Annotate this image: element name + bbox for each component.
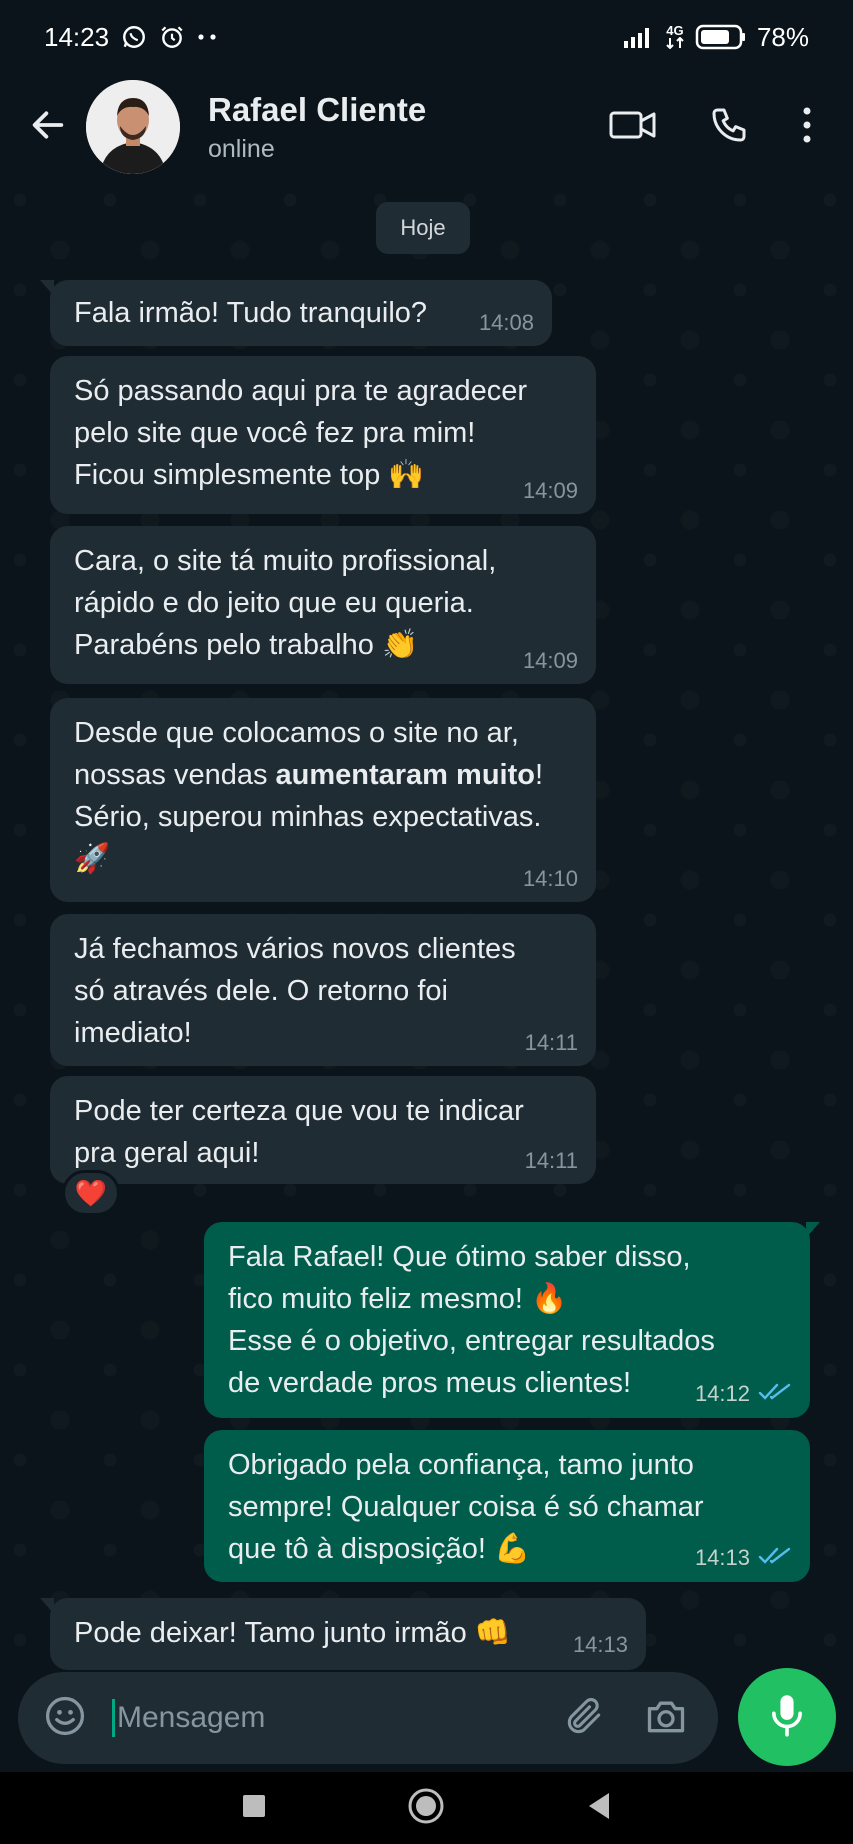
- message-incoming[interactable]: Pode ter certeza que vou te indicar pra …: [50, 1076, 596, 1184]
- video-call-button[interactable]: [609, 108, 657, 147]
- message-text: Cara, o site tá muito profissional, rápi…: [74, 545, 497, 661]
- message-time: 14:12: [694, 1381, 750, 1406]
- message-reaction[interactable]: ❤️: [62, 1170, 120, 1216]
- message-text: Pode deixar! Tamo junto irmão 👊: [74, 1617, 511, 1649]
- chat-header: Rafael Cliente online: [0, 74, 853, 180]
- status-time: 14:23: [44, 21, 110, 52]
- video-call-icon: [609, 108, 657, 147]
- message-text: Fala Rafael! Que ótimo saber disso, fico…: [228, 1241, 715, 1399]
- message-outgoing[interactable]: Fala Rafael! Que ótimo saber disso, fico…: [204, 1222, 820, 1418]
- circle-icon: [407, 1787, 445, 1830]
- emoji-icon: [43, 1694, 87, 1743]
- status-left: 14:23: [44, 22, 219, 53]
- double-check-read-icon: [758, 1546, 792, 1570]
- back-button[interactable]: [20, 99, 76, 155]
- message-incoming[interactable]: Só passando aqui pra te agradecer pelo s…: [50, 356, 596, 514]
- message-input[interactable]: [112, 1699, 532, 1737]
- message-meta: 14:09: [523, 650, 578, 672]
- more-options-button[interactable]: [801, 106, 813, 149]
- message-time: 14:09: [522, 478, 578, 503]
- arrow-back-icon: [28, 105, 68, 150]
- camera-button[interactable]: [636, 1688, 696, 1748]
- message-text: Fala irmão! Tudo tranquilo?: [74, 297, 428, 329]
- alarm-icon: [159, 24, 185, 50]
- voice-call-button[interactable]: [709, 105, 749, 150]
- home-button[interactable]: [407, 1787, 445, 1830]
- contact-name: Rafael Cliente: [208, 90, 427, 128]
- phone-icon: [709, 105, 749, 150]
- message-meta: 14:11: [525, 1032, 578, 1054]
- message-time: 14:09: [522, 648, 578, 673]
- mic-icon: [767, 1692, 807, 1743]
- attach-icon: [562, 1694, 606, 1743]
- chat-area[interactable]: Hoje Fala irmão! Tudo tranquilo? 14:08 S…: [0, 180, 853, 1670]
- message-composer: [18, 1672, 718, 1764]
- more-notifications-icon: [197, 32, 219, 42]
- voice-message-button[interactable]: [738, 1668, 836, 1766]
- message-text-bold: aumentaram muito: [275, 759, 535, 791]
- message-incoming[interactable]: Cara, o site tá muito profissional, rápi…: [50, 526, 596, 684]
- attach-button[interactable]: [554, 1688, 614, 1748]
- signal-icon: [623, 25, 655, 49]
- more-vertical-icon: [801, 106, 813, 149]
- double-check-read-icon: [758, 1382, 792, 1406]
- message-time: 14:11: [524, 1030, 578, 1055]
- message-meta: 14:08: [479, 312, 534, 334]
- message-outgoing[interactable]: Obrigado pela confiança, tamo junto semp…: [204, 1430, 810, 1582]
- message-text: Desde que colocamos o site no ar, nossas…: [74, 712, 572, 880]
- whatsapp-notification-icon: [121, 24, 147, 50]
- message-time: 14:13: [694, 1545, 750, 1570]
- system-navigation-bar: [0, 1772, 853, 1844]
- message-time: 14:11: [524, 1148, 578, 1173]
- message-time: 14:08: [478, 310, 534, 335]
- message-time: 14:10: [522, 866, 578, 891]
- emoji-button[interactable]: [40, 1693, 90, 1743]
- message-time: 14:13: [572, 1632, 628, 1657]
- message-meta: 14:09: [523, 480, 578, 502]
- network-4g-icon: 4G: [665, 23, 685, 49]
- avatar[interactable]: [86, 80, 180, 174]
- message-meta: 14:11: [525, 1150, 578, 1172]
- battery-percent: 78%: [756, 21, 809, 52]
- message-incoming[interactable]: Já fechamos vários novos clientes só atr…: [50, 914, 596, 1066]
- network-label: 4G: [666, 23, 684, 38]
- message-meta: 14:13: [695, 1546, 792, 1570]
- contact-status: online: [208, 134, 275, 163]
- recents-button[interactable]: [241, 1793, 267, 1824]
- status-right: 4G 78%: [623, 22, 809, 53]
- message-meta: 14:13: [573, 1634, 628, 1656]
- status-bar: 14:23 4G 78%: [0, 0, 853, 74]
- message-incoming[interactable]: Fala irmão! Tudo tranquilo? 14:08: [40, 280, 552, 346]
- header-actions: [609, 105, 833, 150]
- message-meta: 14:10: [523, 868, 578, 890]
- back-nav-button[interactable]: [585, 1791, 613, 1826]
- message-incoming[interactable]: Desde que colocamos o site no ar, nossas…: [50, 698, 596, 902]
- message-incoming[interactable]: Pode deixar! Tamo junto irmão 👊 14:13: [40, 1598, 646, 1670]
- contact-info[interactable]: Rafael Cliente online: [208, 91, 609, 164]
- square-icon: [241, 1793, 267, 1824]
- camera-icon: [644, 1694, 688, 1743]
- reaction-emoji: ❤️: [74, 1177, 108, 1208]
- date-chip: Hoje: [376, 202, 470, 254]
- message-text: Pode ter certeza que vou te indicar pra …: [74, 1095, 524, 1169]
- message-text: Já fechamos vários novos clientes só atr…: [74, 933, 516, 1049]
- battery-icon: [695, 24, 747, 50]
- message-text: Só passando aqui pra te agradecer pelo s…: [74, 375, 528, 491]
- message-meta: 14:12: [695, 1382, 792, 1406]
- triangle-back-icon: [585, 1791, 613, 1826]
